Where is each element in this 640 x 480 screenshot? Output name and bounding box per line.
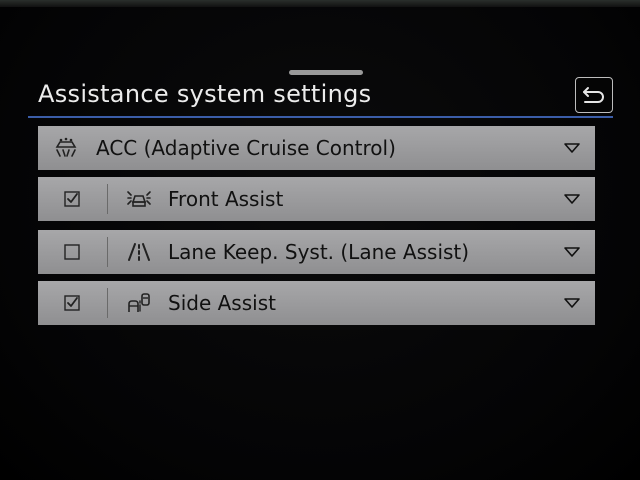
chevron-down-icon[interactable] <box>563 193 581 205</box>
checkbox-unchecked-icon[interactable] <box>64 244 80 260</box>
chevron-down-icon[interactable] <box>563 297 581 309</box>
settings-row-label: Side Assist <box>168 291 276 315</box>
settings-row-label: Front Assist <box>168 187 284 211</box>
row-divider <box>107 288 108 318</box>
row-divider <box>107 237 108 267</box>
checkbox-checked-icon[interactable] <box>64 295 80 311</box>
infotainment-screen: Assistance system settings ACC (Adaptive… <box>0 0 640 480</box>
settings-row-side-assist[interactable]: Side Assist <box>38 281 595 325</box>
screen-bezel-top <box>0 0 640 7</box>
settings-row-acc[interactable]: ACC (Adaptive Cruise Control) <box>38 126 595 170</box>
back-arrow-icon <box>583 87 604 103</box>
chevron-down-icon[interactable] <box>563 246 581 258</box>
front-assist-icon <box>127 191 151 207</box>
settings-row-front-assist[interactable]: Front Assist <box>38 177 595 221</box>
checkbox-checked-icon[interactable] <box>64 191 80 207</box>
settings-row-label: Lane Keep. Syst. (Lane Assist) <box>168 240 470 264</box>
side-assist-icon <box>128 293 150 312</box>
back-button[interactable] <box>575 77 613 113</box>
pull-down-handle[interactable] <box>289 70 363 75</box>
row-divider <box>107 184 108 214</box>
title-divider <box>28 116 613 118</box>
settings-row-label: ACC (Adaptive Cruise Control) <box>96 136 396 160</box>
page-title: Assistance system settings <box>38 80 372 108</box>
lane-assist-icon <box>128 243 150 261</box>
adaptive-cruise-control-icon <box>55 137 77 157</box>
settings-row-lane-assist[interactable]: Lane Keep. Syst. (Lane Assist) <box>38 230 595 274</box>
chevron-down-icon[interactable] <box>563 142 581 154</box>
